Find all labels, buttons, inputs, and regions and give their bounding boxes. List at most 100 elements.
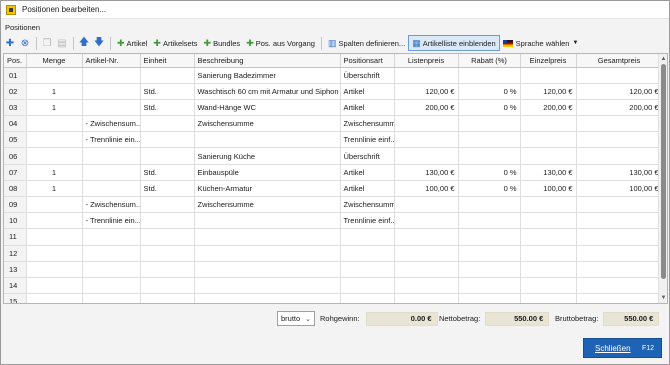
cell-menge[interactable] <box>26 196 83 214</box>
cell-menge[interactable] <box>26 261 83 278</box>
cell-einheit[interactable] <box>140 261 195 278</box>
table-row[interactable]: 10 - Trennlinie ein... Trennlinie einf... <box>4 212 663 230</box>
cell-menge[interactable] <box>26 228 83 246</box>
cell-einzelpreis[interactable]: 100,00 € <box>520 180 577 198</box>
vertical-scrollbar[interactable]: ▲ ▼ <box>658 54 667 303</box>
cell-einheit[interactable] <box>140 147 195 165</box>
cell-menge[interactable] <box>26 293 83 303</box>
cell-artnr[interactable] <box>82 99 141 117</box>
cell-artnr[interactable] <box>82 293 141 303</box>
table-row[interactable]: 13 <box>4 261 663 278</box>
cell-pos[interactable]: 05 <box>4 131 27 149</box>
define-columns-button[interactable]: ▥ Spalten definieren... <box>325 35 408 51</box>
cell-artnr[interactable]: - Trennlinie ein... <box>82 212 141 230</box>
cell-positionsart[interactable] <box>340 245 395 262</box>
cell-beschreibung[interactable]: Sanierung Badezimmer <box>194 67 341 84</box>
close-button[interactable]: Schließen F12 <box>583 338 662 358</box>
cell-positionsart[interactable]: Zwischensumme <box>340 196 395 214</box>
cell-einheit[interactable]: Std. <box>140 180 195 198</box>
cell-listenpreis[interactable] <box>394 293 459 303</box>
cell-beschreibung[interactable] <box>194 293 341 303</box>
cell-positionsart[interactable]: Überschrift <box>340 67 395 84</box>
column-header-listenpreis[interactable]: Listenpreis <box>394 54 459 68</box>
cell-artnr[interactable] <box>82 261 141 278</box>
cell-beschreibung[interactable] <box>194 212 341 230</box>
cell-gesamtpreis[interactable] <box>576 67 663 84</box>
cell-positionsart[interactable]: Überschrift <box>340 147 395 165</box>
cell-positionsart[interactable] <box>340 261 395 278</box>
cell-menge[interactable] <box>26 212 83 230</box>
cell-menge[interactable] <box>26 277 83 295</box>
cell-pos[interactable]: 07 <box>4 164 27 181</box>
cell-gesamtpreis[interactable] <box>576 131 663 149</box>
show-article-list-button[interactable]: ▦ Artikelliste einblenden <box>408 35 500 51</box>
move-down-icon[interactable]: 🡇 <box>92 36 106 50</box>
cell-beschreibung[interactable]: Zwischensumme <box>194 196 341 214</box>
cell-listenpreis[interactable]: 100,00 € <box>394 180 459 198</box>
cell-gesamtpreis[interactable]: 200,00 € <box>576 99 663 117</box>
cell-einheit[interactable]: Std. <box>140 164 195 181</box>
cell-beschreibung[interactable] <box>194 261 341 278</box>
cell-artnr[interactable] <box>82 67 141 84</box>
cell-rabatt[interactable] <box>458 115 521 133</box>
table-row[interactable]: 09 - Zwischensum... Zwischensumme Zwischens… <box>4 196 663 214</box>
cell-gesamtpreis[interactable]: 130,00 € <box>576 164 663 181</box>
cell-artnr[interactable] <box>82 228 141 246</box>
cell-einheit[interactable] <box>140 228 195 246</box>
cell-einheit[interactable]: Std. <box>140 83 195 100</box>
cell-menge[interactable]: 1 <box>26 83 83 100</box>
column-header-einzelpreis[interactable]: Einzelpreis <box>520 54 577 68</box>
table-row[interactable]: 15 <box>4 293 663 303</box>
cell-pos[interactable]: 10 <box>4 212 27 230</box>
cell-pos[interactable]: 01 <box>4 67 27 84</box>
cell-beschreibung[interactable]: Einbauspüle <box>194 164 341 181</box>
cell-artnr[interactable] <box>82 147 141 165</box>
cell-einzelpreis[interactable] <box>520 131 577 149</box>
cell-einzelpreis[interactable] <box>520 196 577 214</box>
cell-pos[interactable]: 02 <box>4 83 27 100</box>
cell-positionsart[interactable] <box>340 228 395 246</box>
cell-gesamtpreis[interactable] <box>576 147 663 165</box>
price-mode-select[interactable]: brutto ⌄ <box>277 311 315 326</box>
cell-einheit[interactable] <box>140 131 195 149</box>
cell-gesamtpreis[interactable] <box>576 196 663 214</box>
cell-positionsart[interactable]: Trennlinie einf... <box>340 131 395 149</box>
cell-listenpreis[interactable]: 200,00 € <box>394 99 459 117</box>
cell-einzelpreis[interactable]: 130,00 € <box>520 164 577 181</box>
scroll-up-icon[interactable]: ▲ <box>660 55 667 63</box>
cell-beschreibung[interactable] <box>194 131 341 149</box>
cell-rabatt[interactable] <box>458 293 521 303</box>
cell-artnr[interactable] <box>82 245 141 262</box>
cell-artnr[interactable] <box>82 83 141 100</box>
cell-menge[interactable] <box>26 131 83 149</box>
cell-beschreibung[interactable]: Wand-Hänge WC <box>194 99 341 117</box>
cell-beschreibung[interactable] <box>194 245 341 262</box>
table-row[interactable]: 02 1 Std. Waschtisch 60 cm mit Armatur und … <box>4 83 663 100</box>
column-header-artnr[interactable]: Artikel-Nr. <box>82 54 141 68</box>
add-row-icon[interactable]: ✚ <box>3 36 17 50</box>
cell-gesamtpreis[interactable] <box>576 277 663 295</box>
cell-rabatt[interactable]: 0 % <box>458 180 521 198</box>
cell-menge[interactable] <box>26 147 83 165</box>
cell-pos[interactable]: 06 <box>4 147 27 165</box>
cell-einheit[interactable] <box>140 212 195 230</box>
cell-beschreibung[interactable] <box>194 228 341 246</box>
cell-rabatt[interactable] <box>458 196 521 214</box>
cell-rabatt[interactable]: 0 % <box>458 164 521 181</box>
cell-listenpreis[interactable] <box>394 245 459 262</box>
cell-gesamtpreis[interactable] <box>576 293 663 303</box>
column-header-beschreibung[interactable]: Beschreibung <box>194 54 341 68</box>
scroll-down-icon[interactable]: ▼ <box>660 294 667 302</box>
cell-pos[interactable]: 08 <box>4 180 27 198</box>
cell-pos[interactable]: 04 <box>4 115 27 133</box>
table-row[interactable]: 06 Sanierung Küche Überschrift <box>4 147 663 165</box>
paste-icon[interactable]: ▤ <box>55 36 69 50</box>
cell-listenpreis[interactable] <box>394 228 459 246</box>
cell-rabatt[interactable] <box>458 212 521 230</box>
cell-listenpreis[interactable]: 120,00 € <box>394 83 459 100</box>
column-header-pos[interactable]: Pos. <box>4 54 27 68</box>
cell-menge[interactable] <box>26 245 83 262</box>
add-article-button[interactable]: ✚ Artikel <box>114 35 150 51</box>
cell-rabatt[interactable] <box>458 67 521 84</box>
cell-listenpreis[interactable] <box>394 212 459 230</box>
